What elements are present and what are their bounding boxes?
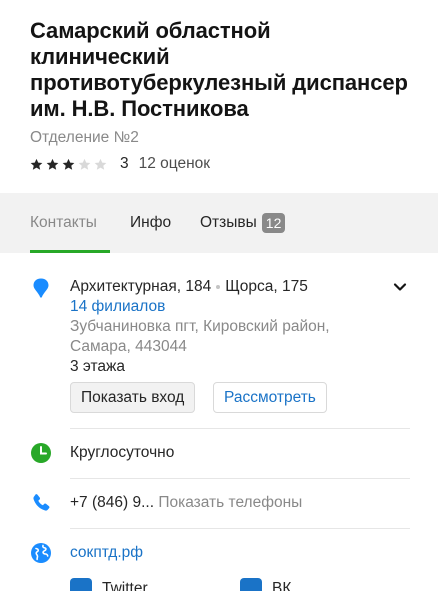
tab-contacts[interactable]: Контакты (30, 193, 97, 253)
social-vk-label: ВК (272, 580, 292, 591)
star-filled-icon (30, 158, 43, 170)
phone-number-partial: +7 (846) 9... (70, 494, 155, 511)
address-district: Зубчаниновка пгт, Кировский район, Самар… (70, 318, 330, 355)
star-empty-icon (94, 158, 107, 170)
rating-count: 12 оценок (138, 155, 211, 172)
tab-info[interactable]: Инфо (130, 193, 171, 253)
hours-text[interactable]: Круглосуточно (70, 443, 174, 463)
twitter-icon (70, 578, 92, 591)
chevron-down-icon[interactable] (392, 279, 408, 295)
floors-info: 3 этажа (70, 358, 126, 375)
address-separator-dot (216, 284, 221, 289)
globe-icon (31, 543, 51, 563)
phone-icon (33, 494, 50, 511)
address-street: Архитектурная, 184 (70, 278, 212, 295)
social-twitter[interactable]: Twitter (70, 578, 148, 591)
star-empty-icon (78, 158, 91, 170)
website-section: сокптд.рф (0, 529, 438, 579)
show-phones-link[interactable]: Показать телефоны (158, 494, 302, 511)
tab-reviews[interactable]: Отзывы 12 (200, 193, 286, 253)
phone-row[interactable]: +7 (846) 9... Показать телефоны (70, 493, 302, 513)
website-link[interactable]: сокптд.рф (70, 543, 143, 563)
address-line[interactable]: Архитектурная, 184 Щорса, 175 (70, 277, 308, 297)
map-pin-icon (33, 278, 49, 298)
org-subtitle: Отделение №2 (30, 129, 139, 146)
reviews-count-badge: 12 (261, 213, 286, 233)
address-cross-street: Щорса, 175 (225, 278, 308, 295)
rating-value: 3 (120, 155, 129, 172)
hours-section: Круглосуточно (0, 429, 438, 479)
rating-row[interactable]: 3 12 оценок (30, 154, 408, 174)
star-filled-icon (62, 158, 75, 170)
vk-icon (240, 578, 262, 591)
view-button[interactable]: Рассмотреть (213, 382, 327, 413)
tabs-bar: Контакты Инфо Отзывы 12 (0, 193, 438, 253)
social-vk[interactable]: ВК (240, 578, 292, 591)
branches-link[interactable]: 14 филиалов (70, 297, 165, 317)
show-entrance-button[interactable]: Показать вход (70, 382, 196, 413)
address-section: Архитектурная, 184 Щорса, 175 14 филиалов… (0, 253, 438, 429)
phone-section: +7 (846) 9... Показать телефоны (0, 479, 438, 529)
org-header: Самарский областной клинический противот… (0, 0, 438, 193)
org-title: Самарский областной клинический противот… (30, 18, 408, 121)
social-twitter-label: Twitter (102, 580, 148, 591)
rating-stars (30, 158, 110, 171)
tab-reviews-label: Отзывы (200, 214, 257, 231)
clock-icon (31, 443, 51, 463)
star-filled-icon (46, 158, 59, 170)
